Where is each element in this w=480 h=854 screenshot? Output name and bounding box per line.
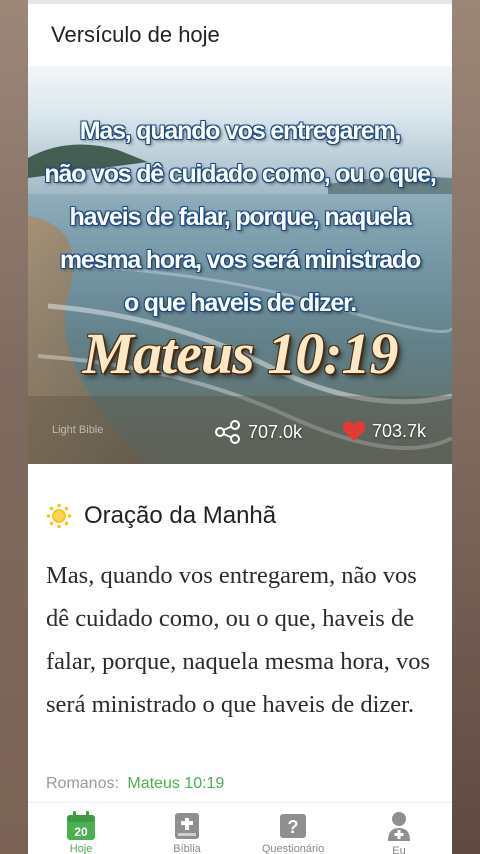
background-left: [0, 0, 28, 854]
page-title: Versículo de hoje: [51, 22, 220, 47]
bible-icon: [175, 813, 199, 839]
source-label: Romanos:: [46, 775, 119, 792]
share-count: 707.0k: [248, 421, 303, 442]
share-icon: [215, 420, 240, 444]
tab-eu[interactable]: Eu: [354, 811, 444, 854]
svg-text:?: ?: [288, 817, 299, 837]
calendar-badge: 20: [74, 825, 88, 839]
verse-line: haveis de falar, porque, naquela: [69, 203, 412, 231]
tab-hoje[interactable]: 20 Hoje: [36, 811, 126, 854]
watermark: Light Bible: [52, 424, 104, 436]
tab-label: Eu: [392, 845, 406, 854]
verse-line: o que haveis de dizer.: [123, 289, 357, 317]
verse-line: Mas, quando vos entregarem,: [79, 117, 402, 145]
like-count: 703.7k: [372, 420, 427, 441]
app-screen: Versículo de hoje Mas, quando vos entreg…: [28, 0, 452, 854]
share-button[interactable]: 707.0k: [214, 420, 302, 444]
tab-questionario[interactable]: ? Questionário: [248, 811, 338, 854]
tab-label: Questionário: [261, 843, 325, 854]
source-line: Romanos: Mateus 10:19: [46, 775, 224, 793]
heart-icon: [342, 421, 366, 441]
verse-line: mesma hora, vos será ministrado: [59, 246, 421, 274]
section-title: Oração da Manhã: [84, 502, 277, 529]
tab-label: Hoje: [69, 843, 93, 854]
verse-reference: Mateus 10:19: [82, 321, 398, 386]
sun-icon: [46, 503, 72, 529]
prayer-header: Oração da Manhã: [46, 502, 276, 530]
question-icon: ?: [280, 814, 306, 838]
source-reference-link[interactable]: Mateus 10:19: [127, 775, 224, 792]
header: Versículo de hoje: [28, 4, 452, 66]
calendar-icon: 20: [67, 811, 95, 840]
profile-icon: [388, 812, 410, 841]
prayer-text: Mas, quando vos entregarem, não vos dê c…: [46, 562, 431, 718]
tab-biblia[interactable]: Bíblia: [142, 811, 232, 854]
verse-text: Mas, quando vos entregarem, não vos dê c…: [28, 110, 452, 325]
verse-line: não vos dê cuidado como, ou o que,: [44, 160, 436, 188]
like-button[interactable]: 703.7k: [342, 420, 426, 442]
bottom-tab-bar: 20 Hoje Bíblia ? Questionário Eu: [28, 802, 452, 854]
background-right: [452, 0, 480, 854]
verse-image[interactable]: Mas, quando vos entregarem, não vos dê c…: [28, 66, 452, 464]
tab-label: Bíblia: [173, 843, 201, 854]
